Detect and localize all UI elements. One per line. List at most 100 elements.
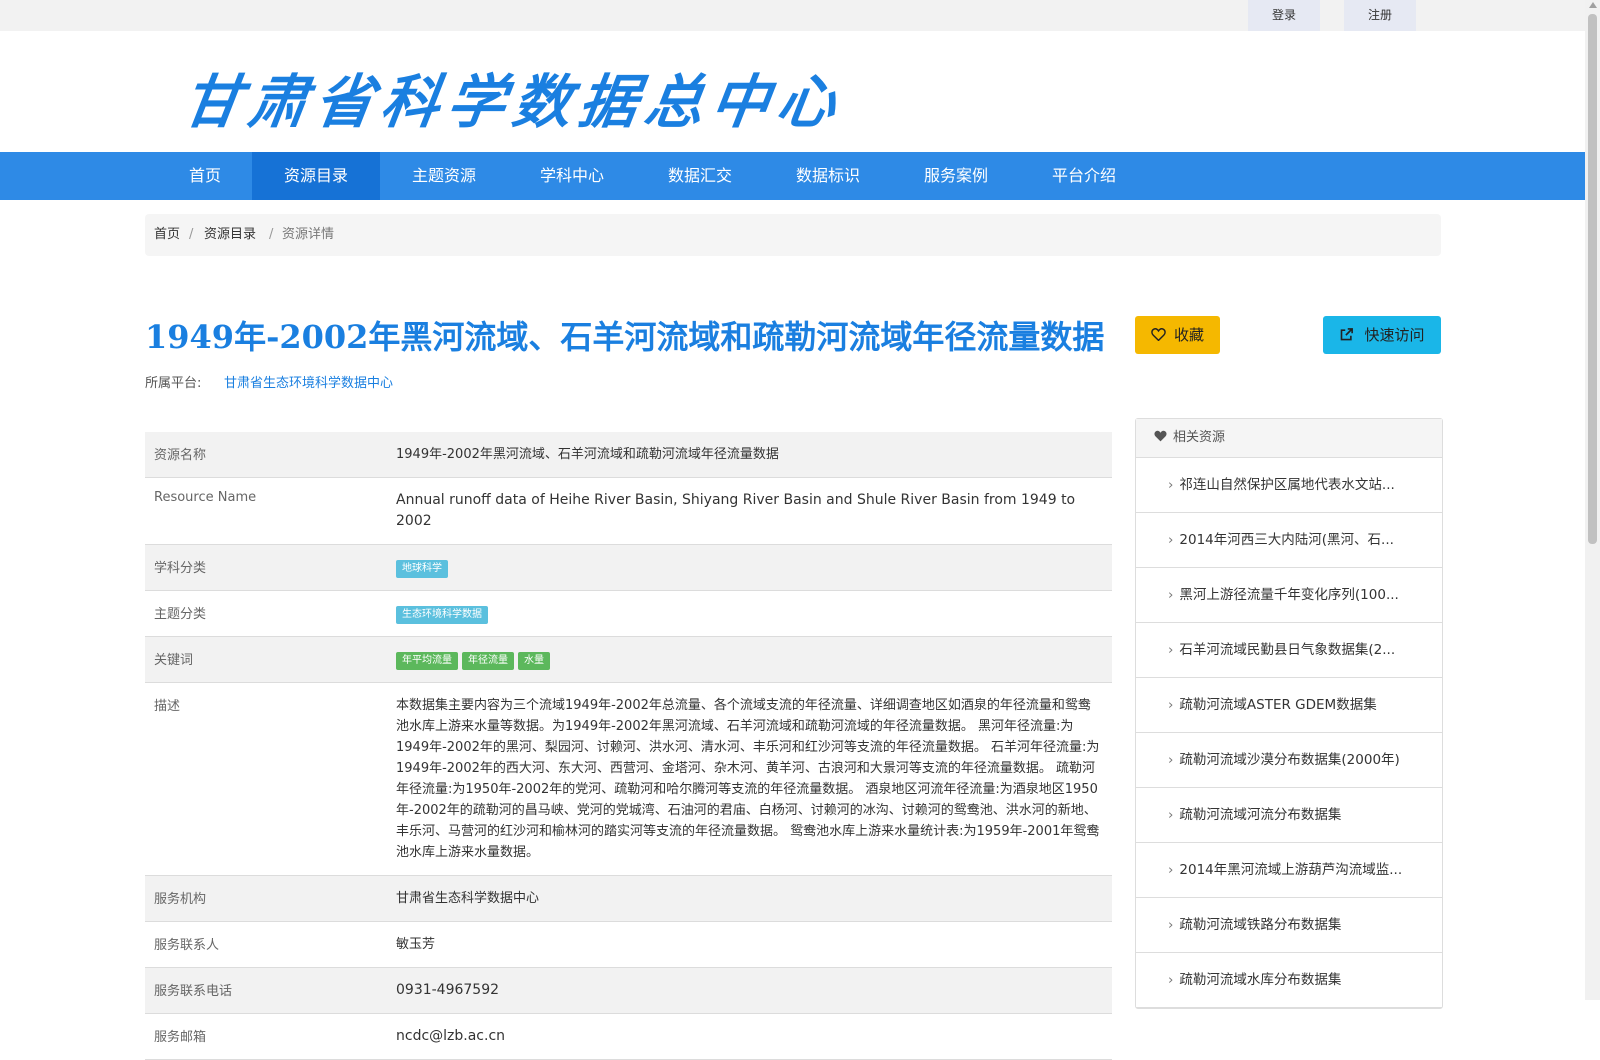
related-item-label: 疏勒河流域河流分布数据集 [1179,807,1342,823]
related-item-label: 疏勒河流域沙漠分布数据集(2000年) [1179,752,1400,768]
row-value: 敏玉芳 [396,937,436,952]
table-row: 学科分类 地球科学 [145,545,1112,591]
keyword-tag[interactable]: 年平均流量 [396,652,458,670]
breadcrumb-current: 资源详情 [282,227,335,242]
external-link-icon [1341,328,1354,341]
nav-item-submission[interactable]: 数据汇交 [636,152,764,200]
row-value: 地球科学 [396,545,1112,590]
chevron-right-icon: › [1168,752,1174,768]
related-item[interactable]: › 疏勒河流域沙漠分布数据集(2000年) [1136,733,1442,788]
row-key: 服务联系人 [154,938,220,953]
related-item[interactable]: › 疏勒河流域铁路分布数据集 [1136,898,1442,953]
row-key: 学科分类 [154,561,207,576]
breadcrumb-separator: / [269,227,274,242]
scroll-up-arrow-icon[interactable] [1588,2,1597,8]
page-title: 1949年-2002年黑河流域、石羊河流域和疏勒河流域年径流量数据 [145,318,1105,356]
breadcrumb: 首页 / 资源目录 / 资源详情 [145,214,1441,256]
nav-item-home[interactable]: 首页 [158,152,252,200]
table-row: Resource Name Annual runoff data of Heih… [145,478,1112,545]
top-bar: 登录 注册 [0,0,1585,31]
keyword-tag[interactable]: 水量 [518,652,550,670]
chevron-right-icon: › [1168,697,1174,713]
login-button[interactable]: 登录 [1248,0,1320,31]
table-row: 服务机构 甘肃省生态科学数据中心 [145,876,1112,922]
chevron-right-icon: › [1168,587,1174,603]
chevron-right-icon: › [1168,917,1174,933]
chevron-right-icon: › [1168,862,1174,878]
heart-icon [1151,328,1166,342]
related-item[interactable]: › 疏勒河流域ASTER GDEM数据集 [1136,678,1442,733]
table-row: 主题分类 生态环境科学数据 [145,591,1112,637]
related-item[interactable]: › 石羊河流域民勤县日气象数据集(2... [1136,623,1442,678]
nav-item-cases[interactable]: 服务案例 [892,152,1020,200]
theme-tag[interactable]: 生态环境科学数据 [396,606,488,624]
nav-item-theme[interactable]: 主题资源 [380,152,508,200]
chevron-right-icon: › [1168,972,1174,988]
row-value: 生态环境科学数据 [396,591,1112,636]
related-resources-header: 相关资源 [1136,419,1442,458]
row-value: Annual runoff data of Heihe River Basin,… [396,492,1076,529]
related-item[interactable]: › 2014年河西三大内陆河(黑河、石... [1136,513,1442,568]
related-item[interactable]: › 2014年黑河流域上游葫芦沟流域监... [1136,843,1442,898]
related-item-label: 石羊河流域民勤县日气象数据集(2... [1179,642,1396,658]
table-row: 服务邮箱 ncdc@lzb.ac.cn [145,1014,1112,1060]
nav-item-discipline[interactable]: 学科中心 [508,152,636,200]
related-item[interactable]: › 黑河上游径流量千年变化序列(100... [1136,568,1442,623]
nav-item-about[interactable]: 平台介绍 [1020,152,1148,200]
chevron-right-icon: › [1168,532,1174,548]
row-key: 服务邮箱 [154,1030,207,1045]
favorite-button[interactable]: 收藏 [1135,316,1220,354]
row-value: ncdc@lzb.ac.cn [396,1028,506,1044]
platform-link[interactable]: 甘肃省生态环境科学数据中心 [224,372,393,391]
table-row: 服务联系电话 0931-4967592 [145,968,1112,1014]
row-key: 关键词 [154,653,194,668]
breadcrumb-home[interactable]: 首页 [154,214,180,256]
related-item-label: 2014年黑河流域上游葫芦沟流域监... [1179,862,1403,878]
row-key: 主题分类 [154,607,207,622]
related-item[interactable]: › 祁连山自然保护区属地代表水文站... [1136,458,1442,513]
breadcrumb-separator: / [189,227,194,242]
heart-icon [1154,430,1167,442]
related-item-label: 疏勒河流域ASTER GDEM数据集 [1179,697,1377,713]
related-item[interactable]: › 疏勒河流域河流分布数据集 [1136,788,1442,843]
main-nav: 首页 资源目录 主题资源 学科中心 数据汇交 数据标识 服务案例 平台介绍 [0,152,1585,200]
table-row: 描述 本数据集主要内容为三个流域1949年-2002年总流量、各个流域支流的年径… [145,683,1112,876]
related-item-label: 2014年河西三大内陆河(黑河、石... [1179,532,1394,548]
related-resources-title: 相关资源 [1173,430,1226,445]
description-value: 本数据集主要内容为三个流域1949年-2002年总流量、各个流域支流的年径流量、… [396,698,1100,860]
row-key: 服务机构 [154,892,207,907]
chevron-right-icon: › [1168,642,1174,658]
subject-tag[interactable]: 地球科学 [396,560,448,578]
page-scrollbar[interactable] [1585,0,1600,1000]
table-row: 关键词 年平均流量 年径流量 水量 [145,637,1112,683]
row-key: 服务联系电话 [154,984,233,999]
scrollbar-thumb[interactable] [1588,14,1597,544]
keyword-tag[interactable]: 年径流量 [462,652,514,670]
related-resources-panel: 相关资源 › 祁连山自然保护区属地代表水文站... › 2014年河西三大内陆河(黑… [1135,418,1443,1009]
row-value: 甘肃省生态科学数据中心 [396,891,540,906]
row-value: 0931-4967592 [396,982,500,998]
site-logo[interactable]: 甘肃省科学数据总中心 [178,55,850,139]
table-row: 资源名称 1949年-2002年黑河流域、石羊河流域和疏勒河流域年径流量数据 [145,432,1112,478]
row-value: 1949年-2002年黑河流域、石羊河流域和疏勒河流域年径流量数据 [396,447,779,462]
quick-access-button[interactable]: 快速访问 [1323,316,1441,354]
breadcrumb-catalog[interactable]: 资源目录 [204,214,256,256]
related-item-label: 疏勒河流域铁路分布数据集 [1179,917,1342,933]
row-key: Resource Name [154,490,257,505]
row-key: 资源名称 [154,448,207,463]
nav-item-identifier[interactable]: 数据标识 [764,152,892,200]
site-header: 甘肃省科学数据总中心 [0,31,1585,151]
detail-table: 资源名称 1949年-2002年黑河流域、石羊河流域和疏勒河流域年径流量数据 R… [145,432,1112,1060]
favorite-label: 收藏 [1173,326,1204,344]
related-item-label: 疏勒河流域水库分布数据集 [1179,972,1342,988]
row-key: 描述 [154,699,181,714]
quick-access-label: 快速访问 [1364,326,1425,344]
table-row: 服务联系人 敏玉芳 [145,922,1112,968]
row-value: 年平均流量 年径流量 水量 [396,637,1112,682]
register-button[interactable]: 注册 [1344,0,1416,31]
chevron-right-icon: › [1168,477,1174,493]
platform-label: 所属平台: [145,376,202,391]
related-item-label: 黑河上游径流量千年变化序列(100... [1179,587,1399,603]
chevron-right-icon: › [1168,807,1174,823]
nav-item-catalog[interactable]: 资源目录 [252,152,380,200]
